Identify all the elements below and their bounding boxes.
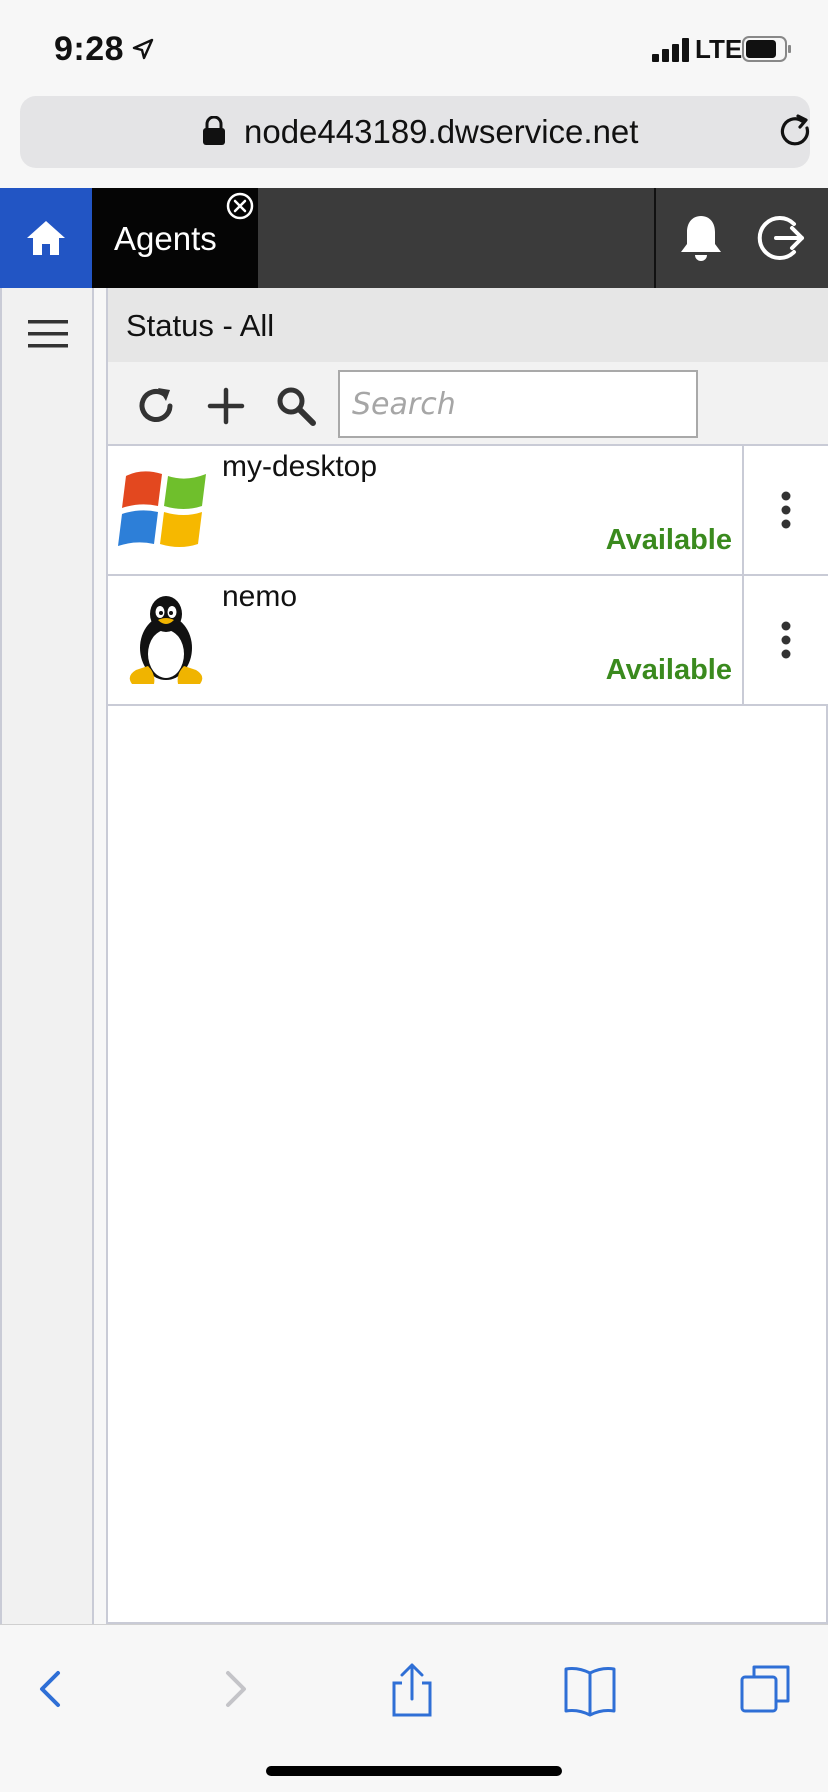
windows-logo-icon [118,471,206,547]
agent-options-button[interactable] [742,446,828,574]
add-icon[interactable] [204,384,248,428]
agent-list: my-desktop Available nemo Available [108,446,828,706]
forward-chevron-icon[interactable] [206,1661,262,1717]
network-type: LTE [695,34,743,64]
bookmarks-icon[interactable] [562,1661,618,1717]
app-header: Agents [0,188,828,288]
share-icon[interactable] [384,1661,440,1717]
more-vertical-icon [781,621,791,659]
home-indicator[interactable] [266,1766,562,1776]
agents-panel: Status - All my-desktop Available [106,288,828,1624]
agent-row-my-desktop[interactable]: my-desktop Available [108,446,828,576]
close-tab-icon[interactable] [225,191,255,221]
battery-icon [742,36,791,62]
refresh-icon[interactable] [134,384,178,428]
tab-agents[interactable]: Agents [92,188,258,288]
agent-name: my-desktop [222,450,378,483]
agent-name: nemo [222,580,298,613]
hamburger-menu-icon[interactable] [26,316,70,352]
url-text[interactable]: node443189.dwservice.net [244,113,638,151]
tab-agents-label: Agents [114,220,217,257]
back-chevron-icon[interactable] [24,1661,80,1717]
search-icon[interactable] [274,384,318,428]
agent-status-badge: Available [605,524,732,556]
panel-title: Status - All [126,308,275,343]
panel-title-bar: Status - All [108,288,828,362]
logout-icon[interactable] [756,212,808,264]
location-arrow-icon [132,38,154,60]
agent-status-badge: Available [605,654,732,686]
search-input[interactable] [338,370,698,438]
header-divider [654,188,656,288]
address-bar[interactable]: node443189.dwservice.net [20,96,810,168]
home-icon [27,221,65,255]
home-button[interactable] [0,188,92,288]
linux-tux-icon [129,596,203,684]
agent-options-button[interactable] [742,576,828,704]
clock-time: 9:28 [54,30,125,68]
lock-icon [203,116,225,145]
more-vertical-icon [781,491,791,529]
reload-icon[interactable] [776,112,816,152]
agents-toolbar [108,362,828,446]
tabs-icon[interactable] [738,1661,794,1717]
notifications-bell-icon[interactable] [676,212,726,264]
agent-row-nemo[interactable]: nemo Available [108,576,828,706]
left-sidebar [0,288,94,1624]
cellular-signal-icon [652,38,689,62]
ios-status-bar: 9:28 LTE [0,0,828,92]
